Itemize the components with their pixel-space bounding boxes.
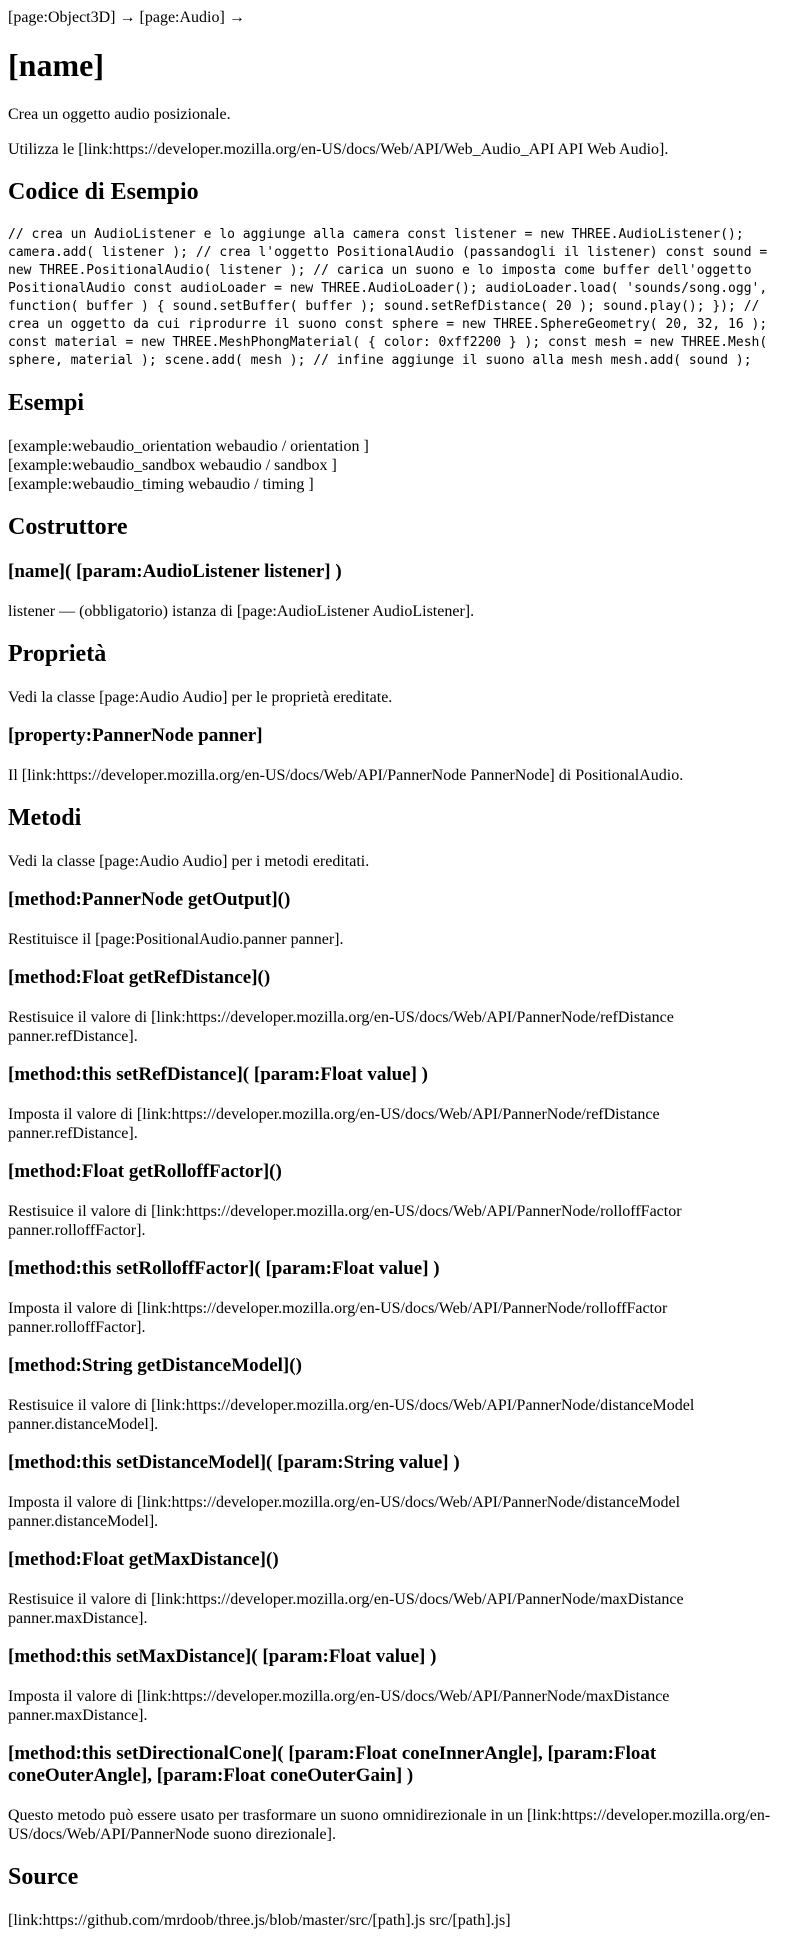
method-signature: [method:Float getMaxDistance](): [8, 1549, 279, 1570]
method-description: Restisuice il valore di [link:https://de…: [8, 1009, 674, 1045]
method-signature: [method:this setRolloffFactor]( [param:F…: [8, 1258, 440, 1279]
method-signature: [method:this setDirectionalCone]( [param…: [8, 1743, 657, 1786]
method-description: Restisuice il valore di [link:https://de…: [8, 1203, 682, 1239]
source-link: [link:https://github.com/mrdoob/three.js…: [8, 1912, 511, 1929]
breadcrumb: [page:Object3D] → [page:Audio] →: [8, 9, 245, 26]
method-signature: [method:this setMaxDistance]( [param:Flo…: [8, 1646, 437, 1667]
method-signature: [method:this setRefDistance]( [param:Flo…: [8, 1064, 429, 1085]
method-signature: [method:String getDistanceModel](): [8, 1355, 302, 1376]
property-signature: [property:PannerNode panner]: [8, 725, 263, 746]
method-description: Questo metodo può essere usato per trasf…: [8, 1807, 771, 1843]
methods-intro: Vedi la classe [page:Audio Audio] per i …: [8, 853, 370, 870]
page-description: Crea un oggetto audio posizionale.: [8, 106, 231, 123]
method-description: Restituisce il [page:PositionalAudio.pan…: [8, 931, 344, 948]
method-signature: [method:this setDistanceModel]( [param:S…: [8, 1452, 460, 1473]
example-link: [example:webaudio_orientation webaudio /…: [8, 438, 369, 455]
section-heading-code-example: Codice di Esempio: [8, 179, 199, 205]
section-heading-constructor: Costruttore: [8, 514, 128, 540]
method-signature: [method:Float getRefDistance](): [8, 967, 271, 988]
section-heading-methods: Metodi: [8, 805, 82, 831]
property-description: Il [link:https://developer.mozilla.org/e…: [8, 767, 684, 784]
section-heading-examples: Esempi: [8, 390, 85, 416]
constructor-signature: [name]( [param:AudioListener listener] ): [8, 561, 342, 582]
usage-note: Utilizza le [link:https://developer.mozi…: [8, 141, 669, 158]
page-title: [name]: [8, 47, 104, 83]
method-description: Imposta il valore di [link:https://devel…: [8, 1300, 668, 1336]
section-heading-properties: Proprietà: [8, 641, 107, 667]
method-description: Restisuice il valore di [link:https://de…: [8, 1397, 695, 1433]
examples-list: [example:webaudio_orientation webaudio /…: [8, 437, 792, 494]
method-signature: [method:PannerNode getOutput](): [8, 889, 291, 910]
doc-page: [page:Object3D] → [page:Audio] → [name] …: [0, 0, 800, 1930]
section-heading-source: Source: [8, 1864, 79, 1890]
code-example: // crea un AudioListener e lo aggiunge a…: [8, 227, 776, 368]
method-description: Imposta il valore di [link:https://devel…: [8, 1106, 660, 1142]
method-signature: [method:Float getRolloffFactor](): [8, 1161, 282, 1182]
method-description: Imposta il valore di [link:https://devel…: [8, 1494, 681, 1530]
example-link: [example:webaudio_timing webaudio / timi…: [8, 476, 314, 493]
example-link: [example:webaudio_sandbox webaudio / san…: [8, 457, 337, 474]
properties-intro: Vedi la classe [page:Audio Audio] per le…: [8, 689, 393, 706]
method-description: Restisuice il valore di [link:https://de…: [8, 1591, 684, 1627]
method-description: Imposta il valore di [link:https://devel…: [8, 1688, 670, 1724]
constructor-description: listener — (obbligatorio) istanza di [pa…: [8, 603, 475, 620]
